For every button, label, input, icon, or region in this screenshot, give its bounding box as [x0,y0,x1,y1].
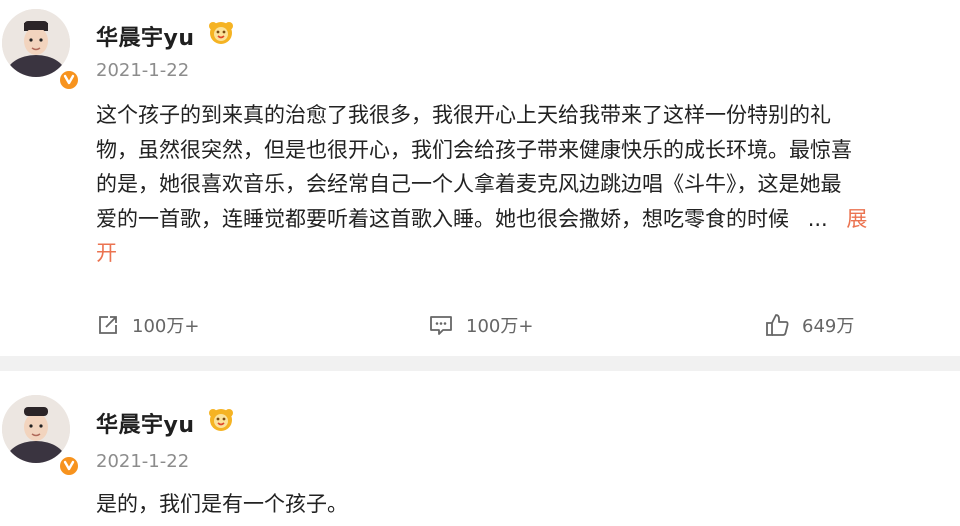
post-date: 2021-1-22 [96,60,190,81]
repost-count: 100万+ [132,316,200,337]
verified-icon [58,69,80,91]
weibo-post-2: 华晨宇yu 2021-1-22 是的，我们是有一个孩子。 [0,371,960,526]
content-line: 的是，她很喜欢音乐，会经常自己一个人拿着麦克风边跳边唱《斗牛》，这是她最 [96,172,842,196]
like-count: 649万 [802,316,855,337]
fan-badge-icon [206,405,236,433]
content-line: 是的，我们是有一个孩子。 [96,492,348,516]
post-date: 2021-1-22 [96,451,190,472]
comment-icon [430,316,452,335]
expand-link[interactable]: 展 [846,207,867,231]
comment-count: 100万+ [466,316,534,337]
content-line: 物，虽然很突然，但是也很开心，我们会给孩子带来健康快乐的成长环境。最惊喜 [96,137,852,162]
post-actions: 100万+ 100万+ 649万 [0,307,960,343]
post-content: 是的，我们是有一个孩子。 [96,487,960,522]
fan-badge-icon [206,18,236,46]
verified-icon [58,455,80,477]
content-line: 开 [96,236,960,271]
expand-link[interactable]: 开 [96,241,117,265]
avatar[interactable] [2,9,70,77]
author-name[interactable]: 华晨宇yu [96,20,195,52]
avatar[interactable] [2,395,70,463]
ellipsis: ... [807,206,828,231]
like-icon [766,314,789,336]
post-divider [0,356,960,371]
repost-icon [99,316,117,334]
content-line-text: 爱的一首歌，连睡觉都要听着这首歌入睡。她也很会撒娇，想吃零食的时候 [96,206,789,231]
like-button[interactable]: 649万 [764,307,854,343]
repost-button[interactable]: 100万+ [96,307,199,343]
weibo-post-1: 华晨宇yu 2021-1-22 这个孩子的到来真的治愈了我很多，我很开心上天给我… [0,0,960,356]
post-content: 这个孩子的到来真的治愈了我很多，我很开心上天给我带来了这样一份特别的礼 物，虽然… [96,98,960,271]
content-line: 这个孩子的到来真的治愈了我很多，我很开心上天给我带来了这样一份特别的礼 [96,103,831,127]
author-name[interactable]: 华晨宇yu [96,407,195,439]
content-line: 爱的一首歌，连睡觉都要听着这首歌入睡。她也很会撒娇，想吃零食的时候 ... 展 [96,202,960,237]
comment-button[interactable]: 100万+ [428,307,533,343]
